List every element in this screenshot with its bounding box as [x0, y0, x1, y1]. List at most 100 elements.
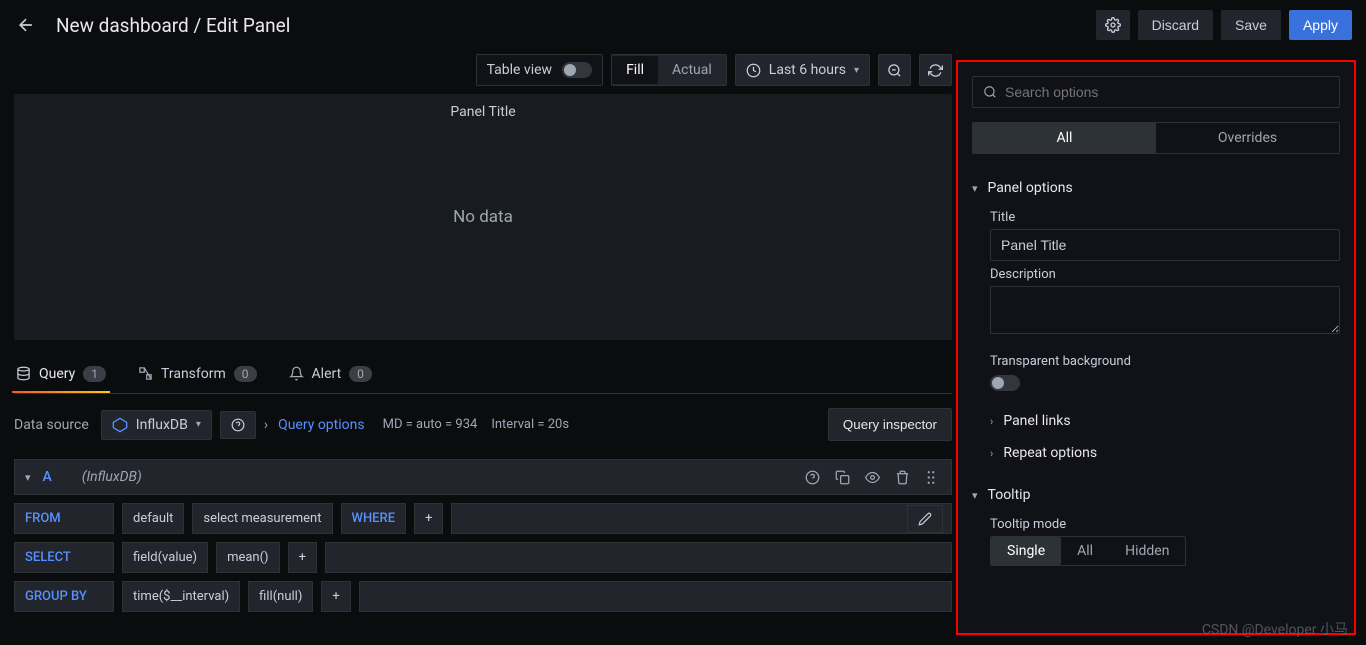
- edit-query-button[interactable]: [907, 505, 943, 533]
- query-row-value[interactable]: fill(null): [248, 581, 313, 612]
- fill-actual-segment: Fill Actual: [611, 54, 727, 86]
- section-label: Repeat options: [1003, 445, 1097, 461]
- section-panel-options[interactable]: ▾ Panel options: [972, 172, 1340, 204]
- save-button[interactable]: Save: [1221, 10, 1281, 40]
- preview-title: Panel Title: [450, 104, 515, 120]
- chevron-down-icon: ▾: [972, 489, 978, 502]
- bell-icon: [289, 366, 304, 381]
- settings-button[interactable]: [1096, 10, 1130, 40]
- query-row-rest: [325, 542, 952, 573]
- datasource-label: Data source: [14, 417, 89, 433]
- section-label: Tooltip: [988, 487, 1031, 503]
- page-title: New dashboard / Edit Panel: [56, 14, 290, 37]
- tooltip-mode-hidden[interactable]: Hidden: [1109, 537, 1185, 565]
- chevron-right-icon: ›: [990, 447, 993, 460]
- help-icon[interactable]: [805, 470, 821, 485]
- query-row-value[interactable]: field(value): [122, 542, 208, 573]
- section-panel-links[interactable]: › Panel links: [972, 405, 1340, 437]
- apply-button[interactable]: Apply: [1289, 10, 1352, 40]
- eye-icon[interactable]: [865, 470, 881, 485]
- tab-all[interactable]: All: [973, 123, 1156, 153]
- options-sidebar: Time series ▾ › All Overrides ▾ Panel op…: [956, 60, 1356, 635]
- datasource-name: InfluxDB: [136, 417, 188, 433]
- query-datasource: (InfluxDB): [82, 469, 142, 485]
- md-info: MD = auto = 934: [383, 417, 478, 432]
- transform-icon: [138, 366, 153, 381]
- section-tooltip[interactable]: ▾ Tooltip: [972, 479, 1340, 511]
- tab-query-label: Query: [39, 366, 75, 382]
- chevron-right-icon: ›: [990, 415, 993, 428]
- query-row-key: SELECT: [14, 542, 114, 573]
- query-options-link[interactable]: Query options: [278, 417, 365, 433]
- toggle-icon: [562, 62, 592, 78]
- tab-transform[interactable]: Transform 0: [138, 356, 257, 392]
- tab-overrides[interactable]: Overrides: [1156, 123, 1339, 153]
- actual-option[interactable]: Actual: [658, 56, 726, 84]
- watermark: CSDN @Developer 小马: [1202, 619, 1348, 639]
- pencil-icon: [918, 512, 932, 526]
- time-range-label: Last 6 hours: [769, 62, 846, 78]
- refresh-button[interactable]: [919, 54, 952, 86]
- query-row-value[interactable]: time($__interval): [122, 581, 240, 612]
- time-range-picker[interactable]: Last 6 hours ▾: [735, 54, 870, 86]
- query-row-value[interactable]: default: [122, 503, 184, 534]
- search-field[interactable]: [1005, 84, 1329, 100]
- tooltip-mode-all[interactable]: All: [1061, 537, 1109, 565]
- query-row-key: GROUP BY: [14, 581, 114, 612]
- tab-query-count: 1: [83, 366, 106, 382]
- fill-option[interactable]: Fill: [612, 56, 658, 84]
- refresh-icon: [928, 63, 943, 78]
- query-row-rest: [451, 503, 952, 534]
- discard-button[interactable]: Discard: [1138, 10, 1213, 40]
- chevron-down-icon: ▾: [972, 182, 978, 195]
- query-row-rest: [359, 581, 952, 612]
- query-row-value[interactable]: mean(): [216, 542, 280, 573]
- zoom-out-button[interactable]: [878, 54, 911, 86]
- description-field-label: Description: [990, 267, 1340, 282]
- query-row-add[interactable]: +: [414, 503, 443, 534]
- description-input[interactable]: [990, 286, 1340, 334]
- transparent-label: Transparent background: [990, 354, 1340, 369]
- tab-transform-count: 0: [234, 366, 257, 382]
- search-options-input[interactable]: [972, 76, 1340, 108]
- question-icon: [231, 418, 245, 432]
- table-view-label: Table view: [487, 62, 553, 78]
- interval-info: Interval = 20s: [491, 417, 569, 432]
- chevron-down-icon: ▾: [854, 65, 859, 76]
- chevron-right-icon[interactable]: ›: [264, 417, 268, 433]
- drag-icon[interactable]: [925, 470, 941, 485]
- transparent-toggle[interactable]: [990, 375, 1020, 391]
- chevron-down-icon: ▾: [196, 419, 201, 430]
- tab-query[interactable]: Query 1: [16, 356, 106, 392]
- chevron-down-icon[interactable]: ▾: [25, 471, 31, 484]
- zoom-out-icon: [887, 63, 902, 78]
- query-row-add[interactable]: +: [321, 581, 350, 612]
- title-field-label: Title: [990, 210, 1340, 225]
- clock-icon: [746, 63, 761, 78]
- copy-icon[interactable]: [835, 470, 851, 485]
- back-arrow[interactable]: [14, 13, 38, 37]
- query-row-add[interactable]: +: [288, 542, 317, 573]
- tab-transform-label: Transform: [161, 366, 226, 382]
- query-row-value[interactable]: select measurement: [192, 503, 332, 534]
- datasource-picker[interactable]: InfluxDB ▾: [101, 410, 212, 440]
- query-row-keyword[interactable]: WHERE: [341, 503, 407, 534]
- database-icon: [16, 366, 31, 381]
- trash-icon[interactable]: [895, 470, 911, 485]
- tooltip-mode-single[interactable]: Single: [991, 537, 1061, 565]
- datasource-help[interactable]: [220, 411, 256, 439]
- tooltip-mode-label: Tooltip mode: [990, 517, 1340, 532]
- tab-alert-count: 0: [349, 366, 372, 382]
- table-view-toggle[interactable]: Table view: [476, 54, 604, 86]
- section-label: Panel options: [988, 180, 1073, 196]
- query-header[interactable]: ▾ A (InfluxDB): [14, 459, 952, 495]
- no-data-message: No data: [453, 207, 513, 227]
- query-inspector-button[interactable]: Query inspector: [828, 408, 952, 441]
- title-input[interactable]: [990, 229, 1340, 261]
- influxdb-icon: [112, 417, 128, 433]
- section-repeat-options[interactable]: › Repeat options: [972, 437, 1340, 469]
- tab-alert[interactable]: Alert 0: [289, 356, 372, 392]
- query-row-key: FROM: [14, 503, 114, 534]
- section-label: Panel links: [1003, 413, 1070, 429]
- gear-icon: [1105, 17, 1121, 33]
